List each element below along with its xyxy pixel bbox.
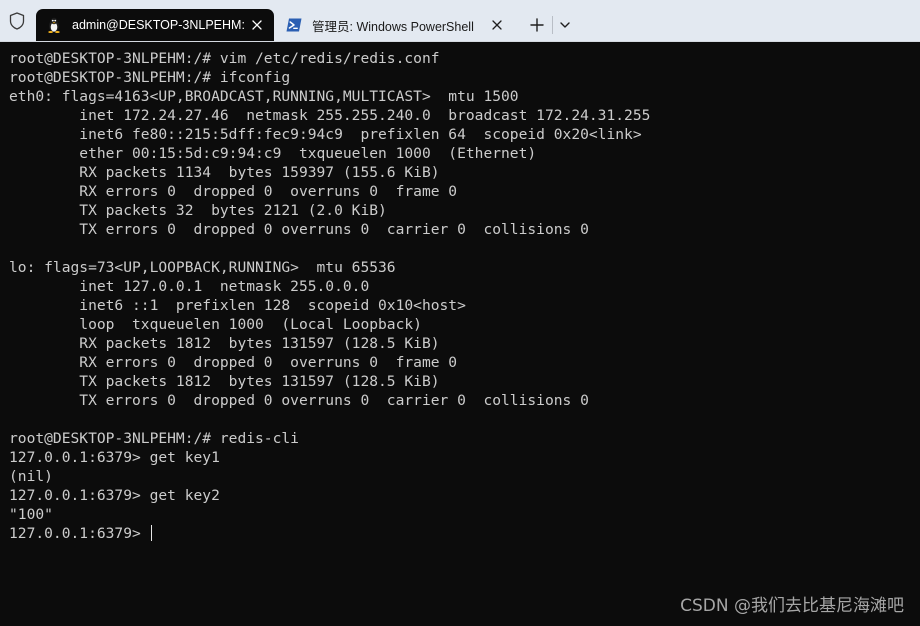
tab-title: admin@DESKTOP-3NLPEHM: , <box>72 18 246 32</box>
terminal-line-text: 127.0.0.1:6379> get key1 <box>9 449 220 466</box>
terminal-line: root@DESKTOP-3NLPEHM:/# ifconfig <box>9 68 920 87</box>
terminal-line-text: RX packets 1812 bytes 131597 (128.5 KiB) <box>9 335 440 352</box>
terminal-line: inet6 ::1 prefixlen 128 scopeid 0x10<hos… <box>9 296 920 315</box>
terminal-line: ether 00:15:5d:c9:94:c9 txqueuelen 1000 … <box>9 144 920 163</box>
terminal-line: root@DESKTOP-3NLPEHM:/# redis-cli <box>9 429 920 448</box>
terminal-line: TX packets 1812 bytes 131597 (128.5 KiB) <box>9 372 920 391</box>
terminal-line: RX packets 1812 bytes 131597 (128.5 KiB) <box>9 334 920 353</box>
text-cursor <box>150 525 152 541</box>
terminal-line: 127.0.0.1:6379> get key1 <box>9 448 920 467</box>
terminal-line: loop txqueuelen 1000 (Local Loopback) <box>9 315 920 334</box>
terminal-line: TX errors 0 dropped 0 overruns 0 carrier… <box>9 391 920 410</box>
terminal-line-text: RX errors 0 dropped 0 overruns 0 frame 0 <box>9 354 458 371</box>
close-icon[interactable] <box>246 14 268 36</box>
terminal-line-text: inet 172.24.27.46 netmask 255.255.240.0 … <box>9 107 651 124</box>
tab-bar: admin@DESKTOP-3NLPEHM: , 管理员: Windows Po… <box>0 0 920 42</box>
terminal-window: admin@DESKTOP-3NLPEHM: , 管理员: Windows Po… <box>0 0 920 626</box>
terminal-line: inet 172.24.27.46 netmask 255.255.240.0 … <box>9 106 920 125</box>
terminal-line-text: 127.0.0.1:6379> <box>9 525 150 542</box>
terminal-line-text: root@DESKTOP-3NLPEHM:/# ifconfig <box>9 69 291 86</box>
terminal-line-text: root@DESKTOP-3NLPEHM:/# redis-cli <box>9 430 299 447</box>
chevron-down-icon <box>560 22 570 28</box>
terminal-line: TX errors 0 dropped 0 overruns 0 carrier… <box>9 220 920 239</box>
terminal-line-text: eth0: flags=4163<UP,BROADCAST,RUNNING,MU… <box>9 88 519 105</box>
terminal-line-text: inet6 fe80::215:5dff:fec9:94c9 prefixlen… <box>9 126 642 143</box>
terminal-line-text: TX packets 32 bytes 2121 (2.0 KiB) <box>9 202 387 219</box>
terminal-line-text: TX errors 0 dropped 0 overruns 0 carrier… <box>9 392 589 409</box>
terminal-line: RX packets 1134 bytes 159397 (155.6 KiB) <box>9 163 920 182</box>
terminal-line-text: 127.0.0.1:6379> get key2 <box>9 487 220 504</box>
terminal-line-text: (nil) <box>9 468 53 485</box>
terminal-line-text: TX errors 0 dropped 0 overruns 0 carrier… <box>9 221 589 238</box>
terminal-line: eth0: flags=4163<UP,BROADCAST,RUNNING,MU… <box>9 87 920 106</box>
watermark: CSDN @我们去比基尼海滩吧 <box>680 596 904 616</box>
terminal-line-text: ether 00:15:5d:c9:94:c9 txqueuelen 1000 … <box>9 145 537 162</box>
terminal-line: (nil) <box>9 467 920 486</box>
shield-icon[interactable] <box>4 8 30 34</box>
terminal-line: TX packets 32 bytes 2121 (2.0 KiB) <box>9 201 920 220</box>
terminal-line: 127.0.0.1:6379> <box>9 524 920 543</box>
terminal-output[interactable]: root@DESKTOP-3NLPEHM:/# vim /etc/redis/r… <box>0 42 920 626</box>
terminal-line-text: RX packets 1134 bytes 159397 (155.6 KiB) <box>9 164 440 181</box>
terminal-line: "100" <box>9 505 920 524</box>
close-icon[interactable] <box>486 14 508 36</box>
terminal-line-text: "100" <box>9 506 53 523</box>
linux-tux-icon <box>46 17 62 33</box>
terminal-line: root@DESKTOP-3NLPEHM:/# vim /etc/redis/r… <box>9 49 920 68</box>
new-tab-button[interactable] <box>524 12 550 38</box>
terminal-line: RX errors 0 dropped 0 overruns 0 frame 0 <box>9 182 920 201</box>
terminal-line-text: lo: flags=73<UP,LOOPBACK,RUNNING> mtu 65… <box>9 259 396 276</box>
terminal-line-text: inet6 ::1 prefixlen 128 scopeid 0x10<hos… <box>9 297 466 314</box>
terminal-line-text: inet 127.0.0.1 netmask 255.0.0.0 <box>9 278 370 295</box>
terminal-line: RX errors 0 dropped 0 overruns 0 frame 0 <box>9 353 920 372</box>
tab-title: 管理员: Windows PowerShell <box>312 19 474 34</box>
terminal-line: inet 127.0.0.1 netmask 255.0.0.0 <box>9 277 920 296</box>
tab-dropdown-button[interactable] <box>554 12 576 38</box>
terminal-line-text: loop txqueuelen 1000 (Local Loopback) <box>9 316 422 333</box>
tab-separator <box>552 16 553 34</box>
tab-powershell[interactable]: 管理员: Windows PowerShell <box>276 9 514 41</box>
plus-icon <box>530 18 544 32</box>
tab-ubuntu[interactable]: admin@DESKTOP-3NLPEHM: , <box>36 9 274 41</box>
terminal-line-text: root@DESKTOP-3NLPEHM:/# vim /etc/redis/r… <box>9 50 440 67</box>
terminal-line: 127.0.0.1:6379> get key2 <box>9 486 920 505</box>
terminal-line: inet6 fe80::215:5dff:fec9:94c9 prefixlen… <box>9 125 920 144</box>
terminal-line: lo: flags=73<UP,LOOPBACK,RUNNING> mtu 65… <box>9 258 920 277</box>
powershell-icon <box>286 17 302 33</box>
terminal-line-text: RX errors 0 dropped 0 overruns 0 frame 0 <box>9 183 458 200</box>
terminal-line-text: TX packets 1812 bytes 131597 (128.5 KiB) <box>9 373 440 390</box>
